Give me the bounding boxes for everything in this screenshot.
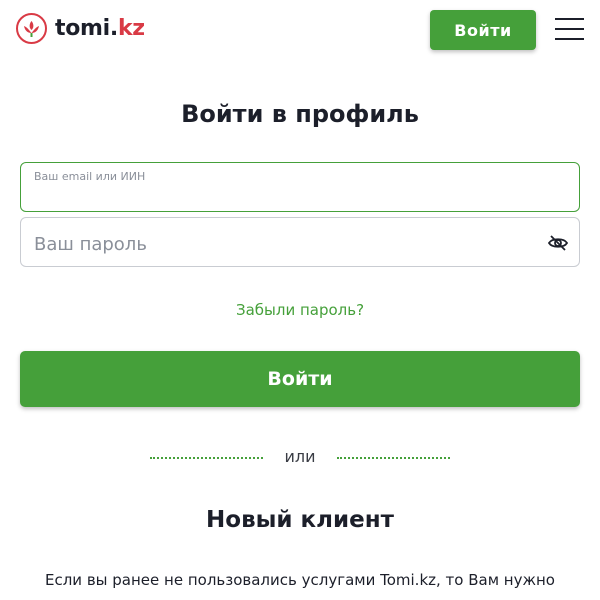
new-client-title: Новый клиент <box>206 507 394 533</box>
logo-text-tld: kz <box>117 15 145 41</box>
email-field[interactable]: Ваш email или ИИН <box>20 162 580 212</box>
tomi-logo-icon <box>16 12 47 44</box>
divider-or-text: или <box>284 447 316 466</box>
logo-text: tomi.kz <box>55 16 145 41</box>
page-title: Войти в профиль <box>181 100 419 128</box>
logo-text-main: tomi. <box>55 15 118 41</box>
login-page: tomi.kz Войти Войти в профиль Ваш email … <box>0 0 600 600</box>
divider-line-left <box>150 457 263 459</box>
top-header: tomi.kz Войти <box>0 0 600 60</box>
password-input[interactable] <box>34 231 534 257</box>
divider-line-right <box>337 457 450 459</box>
hamburger-icon[interactable] <box>555 18 584 40</box>
password-field[interactable] <box>20 217 580 267</box>
eye-slash-icon[interactable] <box>547 232 569 254</box>
header-login-button[interactable]: Войти <box>430 10 536 50</box>
forgot-password-link[interactable]: Забыли пароль? <box>0 301 600 319</box>
new-client-text: Если вы ранее не пользовались услугами T… <box>45 571 555 589</box>
logo-link[interactable]: tomi.kz <box>16 12 145 44</box>
email-field-label: Ваш email или ИИН <box>34 170 146 183</box>
email-input[interactable] <box>34 185 564 207</box>
login-submit-button[interactable]: Войти <box>20 351 580 407</box>
